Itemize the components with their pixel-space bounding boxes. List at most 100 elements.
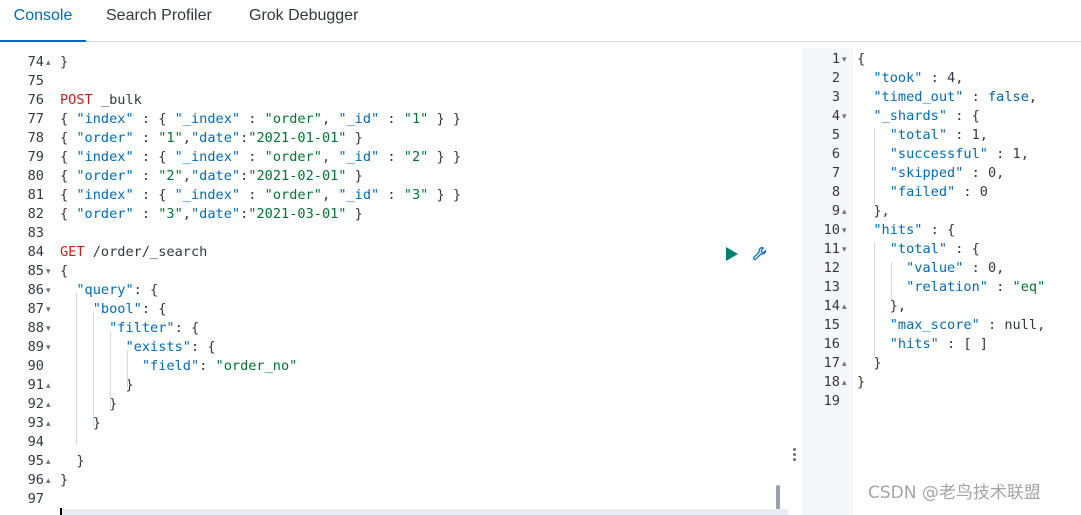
fold-open-icon[interactable]: ▾ [46, 319, 51, 338]
fold-open-icon[interactable]: ▾ [46, 262, 51, 281]
fold-close-icon[interactable]: ▴ [46, 395, 51, 414]
code-line: { "order" : "3","date":"2021-03-01" } [60, 205, 363, 224]
code-line: "hits" : [ ] [857, 335, 988, 354]
fold-open-icon[interactable]: ▾ [842, 221, 847, 240]
code-line: "timed_out" : false, [857, 88, 1037, 107]
fold-close-icon[interactable]: ▴ [46, 452, 51, 471]
code-token: : { [133, 149, 175, 165]
line-number: 76 [27, 92, 44, 108]
code-token: : { [922, 222, 956, 238]
code-token: "date" [190, 130, 241, 146]
fold-open-icon[interactable]: ▾ [46, 300, 51, 319]
code-line: }, [857, 297, 906, 316]
code-line: } [60, 414, 101, 433]
code-line: "failed" : 0 [857, 183, 988, 202]
code-token: { [60, 130, 77, 146]
fold-close-icon[interactable]: ▴ [46, 471, 51, 490]
code-token: : 4, [922, 70, 964, 86]
fold-open-icon[interactable]: ▾ [842, 50, 847, 69]
code-line: } [60, 376, 133, 395]
code-token: { [60, 187, 77, 203]
code-token: "value" [906, 260, 964, 276]
request-editor[interactable]: 74 ▴} 75 76 POST _bulk 77{ "index" : { "_inde… [0, 48, 788, 515]
code-token: : 1, [947, 127, 988, 143]
pane-resizer-handle[interactable] [791, 446, 797, 466]
fold-close-icon[interactable]: ▴ [842, 354, 847, 373]
indent-guide [127, 350, 128, 388]
line-number: 75 [27, 73, 44, 89]
fold-close-icon[interactable]: ▴ [842, 373, 847, 392]
fold-open-icon[interactable]: ▾ [46, 281, 51, 300]
line-number: 80 [27, 168, 44, 184]
code-token: } } [428, 111, 462, 127]
code-token: : { [133, 187, 175, 203]
indent-guide [874, 128, 875, 204]
code-token: "successful" [889, 146, 988, 162]
line-number: 77 [27, 111, 44, 127]
code-token: } [857, 374, 866, 390]
line-number: 92 [27, 396, 44, 412]
code-token: }, [857, 298, 907, 314]
fold-open-icon[interactable]: ▾ [46, 338, 51, 357]
indent-guide [891, 262, 892, 300]
request-horizontal-scrollbar[interactable] [60, 509, 788, 515]
tab-grok-debugger[interactable]: Grok Debugger [249, 0, 358, 40]
code-token: "eq" [1012, 279, 1046, 295]
line-number: 96 [27, 472, 44, 488]
code-token: , [321, 111, 339, 127]
code-token: "2" [403, 149, 429, 165]
line-number: 95 [27, 453, 44, 469]
code-token: "relation" [906, 279, 988, 295]
code-token: } [60, 453, 85, 469]
line-number: 11 [823, 241, 840, 257]
code-token: "hits" [873, 222, 923, 238]
wrench-icon[interactable] [751, 245, 769, 263]
fold-close-icon[interactable]: ▴ [842, 297, 847, 316]
fold-close-icon[interactable]: ▴ [46, 376, 51, 395]
play-icon[interactable] [726, 247, 738, 261]
fold-close-icon[interactable]: ▴ [46, 414, 51, 433]
code-token: "exists" [125, 339, 191, 355]
code-token: POST [60, 92, 93, 108]
code-line: "filter": { [60, 319, 199, 338]
indent-guide [76, 293, 77, 445]
line-number: 15 [823, 317, 840, 333]
code-token: : { [947, 108, 980, 124]
indent-guide [110, 331, 111, 407]
code-token: "filter" [109, 320, 175, 336]
code-token: : [133, 168, 159, 184]
code-line: GET /order/_search [60, 243, 207, 262]
fold-open-icon[interactable]: ▾ [842, 240, 847, 259]
tab-console[interactable]: Console [0, 0, 86, 42]
response-viewer: 1 ▾{2 "took" : 4, 3 "timed_out" : false, 4 ▾… [802, 48, 1081, 515]
line-number: 89 [27, 339, 44, 355]
code-token: "date" [190, 168, 241, 184]
line-number: 83 [27, 225, 44, 241]
code-line: } [60, 53, 68, 72]
code-token: , [321, 149, 339, 165]
code-token: : [133, 206, 159, 222]
line-number: 13 [823, 279, 840, 295]
code-token: "2" [158, 168, 183, 184]
fold-open-icon[interactable]: ▾ [842, 107, 847, 126]
tab-search-profiler[interactable]: Search Profiler [106, 0, 212, 40]
code-token: "hits" [889, 336, 939, 352]
code-token: "order" [76, 130, 134, 146]
code-line: { [857, 50, 865, 69]
code-line: { [60, 262, 68, 281]
code-token: "3" [158, 206, 183, 222]
line-number: 1 [831, 51, 840, 67]
code-token: "field" [141, 358, 200, 374]
code-line: { "order" : "1","date":"2021-01-01" } [60, 129, 363, 148]
line-number: 18 [823, 374, 840, 390]
code-token: "_index" [174, 111, 241, 127]
code-token: { [60, 263, 69, 279]
fold-close-icon[interactable]: ▴ [46, 53, 51, 72]
line-number: 74 [27, 54, 44, 70]
fold-close-icon[interactable]: ▴ [842, 202, 847, 221]
code-line: }, [857, 202, 889, 221]
code-token: "_index" [174, 187, 241, 203]
code-line: "skipped" : 0, [857, 164, 1005, 183]
